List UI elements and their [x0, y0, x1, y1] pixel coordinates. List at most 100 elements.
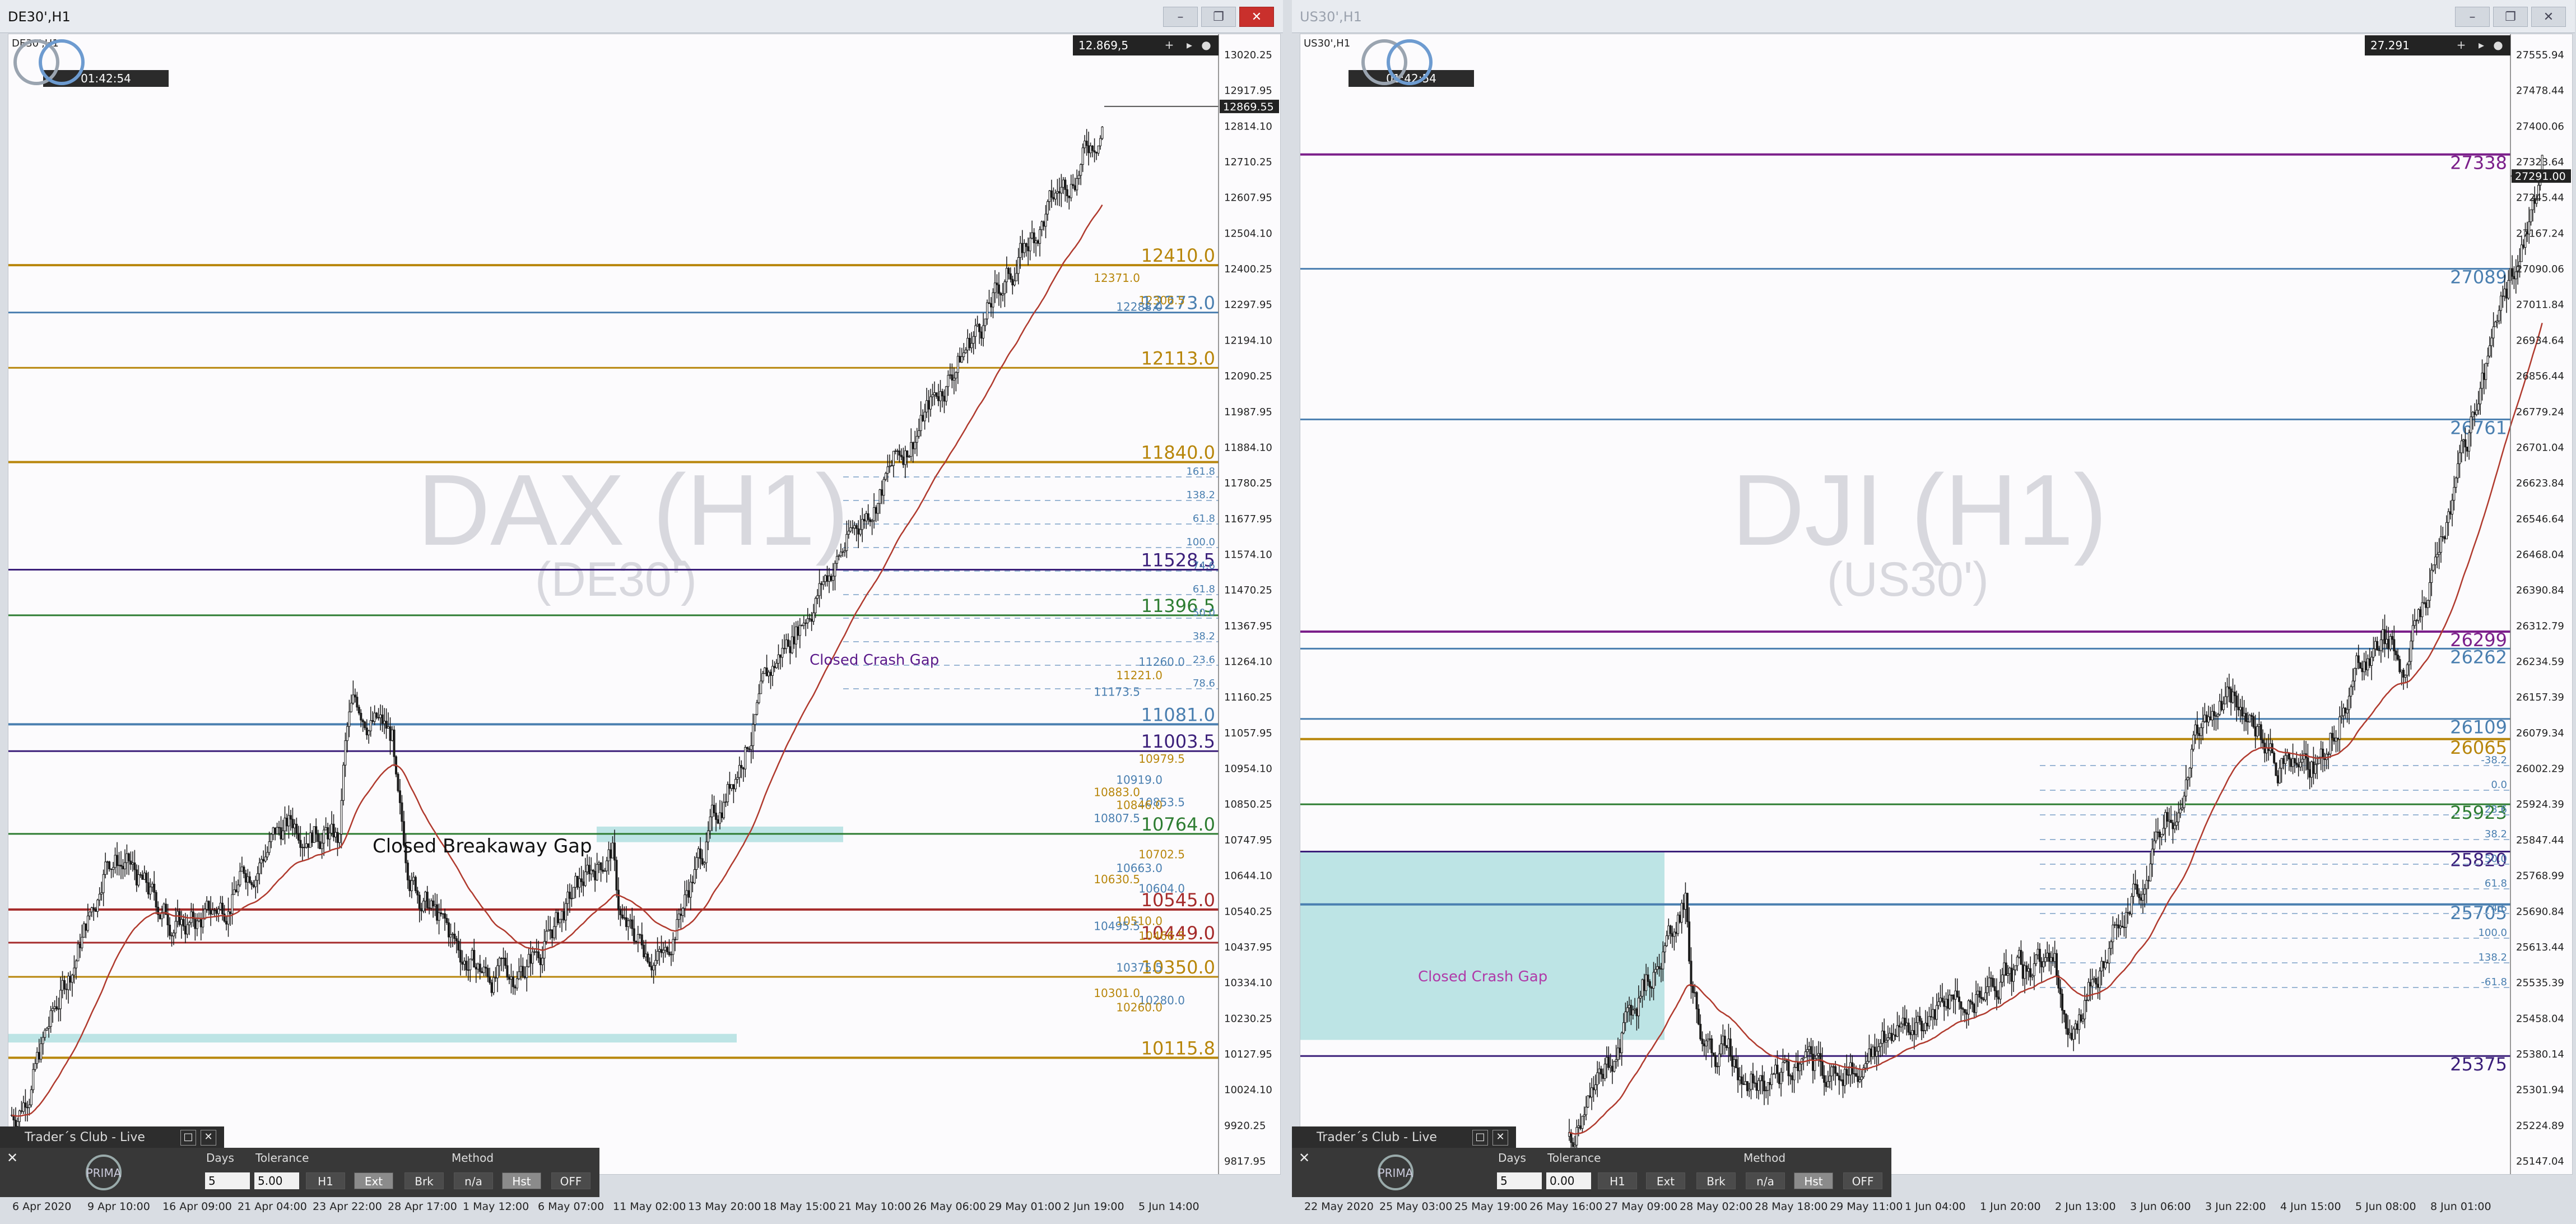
candle-body	[885, 473, 887, 480]
ext-button[interactable]: Ext	[354, 1172, 393, 1189]
candle-body	[2426, 600, 2429, 608]
candle-body	[915, 435, 918, 443]
candle-body	[574, 875, 577, 888]
window-titlebar[interactable]: US30',H1 – ❐ ✕	[1292, 0, 2575, 33]
candle-body	[1091, 145, 1094, 151]
candle-body	[582, 881, 585, 886]
hst-button[interactable]: Hst	[1794, 1172, 1833, 1189]
candle-body	[1021, 243, 1024, 253]
candle-body	[243, 866, 245, 874]
level-label: 25375	[2450, 1054, 2507, 1075]
na-button[interactable]: n/a	[1746, 1172, 1785, 1189]
panel-close-icon[interactable]: ✕	[7, 1150, 18, 1166]
candle-body	[1806, 1049, 1808, 1053]
candle-body	[348, 711, 351, 727]
close-icon[interactable]: ✕	[201, 1130, 216, 1146]
price-tick-label: 13020.25	[1224, 49, 1272, 61]
candle-body	[357, 707, 360, 714]
minimize-button[interactable]: –	[1163, 7, 1198, 27]
plus-icon[interactable]: +	[2454, 38, 2468, 52]
maximize-icon[interactable]: □	[1472, 1130, 1488, 1146]
candle-body	[2291, 758, 2294, 767]
candle-body	[1577, 1125, 1580, 1128]
candle-body	[2196, 724, 2198, 734]
candle-body	[771, 666, 774, 676]
candle-body	[221, 902, 224, 915]
candle-body	[247, 876, 249, 883]
h1-button[interactable]: H1	[1598, 1172, 1637, 1189]
fib-label: 50.0	[2485, 853, 2507, 865]
candle-body	[1782, 1062, 1784, 1073]
candle-body	[1017, 257, 1020, 274]
small-level-label: 10630.5	[1094, 873, 1140, 886]
circle-icon[interactable]: ●	[1199, 38, 1213, 52]
off-button[interactable]: OFF	[551, 1172, 590, 1189]
method-caption: Method	[452, 1151, 494, 1165]
candle-body	[1857, 1075, 1859, 1082]
candle-body	[625, 917, 627, 928]
candle-body	[344, 740, 347, 766]
circle-icon[interactable]: ●	[2491, 38, 2505, 52]
candle-body	[338, 833, 341, 843]
price-tick-label: 27555.94	[2516, 49, 2564, 61]
candle-body	[225, 921, 228, 925]
candle-body	[660, 949, 663, 953]
candle-body	[486, 968, 489, 977]
candle-body	[1921, 1021, 1923, 1031]
tab-label: Trader´s Club - Live	[25, 1130, 145, 1144]
fib-label: 78.6	[1193, 678, 1215, 689]
candle-body	[2070, 1032, 2073, 1040]
traders-club-tab[interactable]: Trader´s Club - Live □ ✕	[0, 1126, 224, 1148]
candle-body	[629, 919, 631, 921]
candle-body	[787, 639, 789, 647]
candle-body	[1740, 1076, 1743, 1084]
brk-button[interactable]: Brk	[404, 1172, 444, 1189]
h1-button[interactable]: H1	[306, 1172, 345, 1189]
candle-body	[381, 714, 384, 724]
fib-label: 38.2	[2485, 828, 2507, 840]
candle-body	[125, 853, 128, 863]
candle-body	[129, 860, 132, 865]
close-button[interactable]: ✕	[1239, 7, 1274, 27]
restore-button[interactable]: ❐	[2493, 7, 2528, 27]
off-button[interactable]: OFF	[1843, 1172, 1882, 1189]
small-level-label: 11221.0	[1116, 669, 1163, 682]
candle-body	[1870, 1048, 1872, 1057]
tolerance-input[interactable]: 5.00	[254, 1172, 299, 1189]
window-titlebar[interactable]: DE30',H1 – ❐ ✕	[0, 0, 1283, 33]
time-tick-label: 28 Apr 17:00	[388, 1200, 457, 1213]
dax-chart-area[interactable]: DAX (H1) (DE30') 12410.0 12273.0 12113.0 11…	[8, 34, 1281, 1175]
candle-body	[1044, 214, 1047, 227]
candle-body	[2248, 715, 2251, 722]
candle-body	[1686, 893, 1689, 922]
na-button[interactable]: n/a	[454, 1172, 493, 1189]
scroll-icon[interactable]: ▸	[1183, 38, 1196, 52]
minimize-button[interactable]: –	[2455, 7, 2490, 27]
ext-button[interactable]: Ext	[1646, 1172, 1685, 1189]
close-icon[interactable]: ✕	[1492, 1130, 1508, 1146]
candle-body	[863, 519, 866, 522]
candle-body	[1875, 1051, 1878, 1057]
restore-button[interactable]: ❐	[1201, 7, 1236, 27]
candle-body	[227, 911, 230, 925]
level-label: 27338	[2450, 152, 2507, 174]
days-input[interactable]: 5	[1497, 1172, 1542, 1189]
maximize-icon[interactable]: □	[180, 1130, 196, 1146]
scroll-icon[interactable]: ▸	[2475, 38, 2488, 52]
time-tick-label: 26 May 06:00	[913, 1200, 987, 1213]
panel-close-icon[interactable]: ✕	[1299, 1150, 1310, 1166]
hst-button[interactable]: Hst	[502, 1172, 541, 1189]
traders-club-tab[interactable]: Trader´s Club - Live □ ✕	[1292, 1126, 1516, 1148]
candle-body	[847, 531, 850, 535]
candle-body	[1993, 986, 1996, 991]
tolerance-input[interactable]: 0.00	[1546, 1172, 1591, 1189]
days-input[interactable]: 5	[205, 1172, 250, 1189]
brk-button[interactable]: Brk	[1696, 1172, 1736, 1189]
plus-icon[interactable]: +	[1163, 38, 1176, 52]
candle-body	[1988, 977, 1991, 987]
candle-body	[1611, 1065, 1614, 1072]
dji-chart-area[interactable]: DJI (H1) (US30') 27338 27089 26761 26299 262…	[1300, 34, 2573, 1175]
close-button[interactable]: ✕	[2531, 7, 2566, 27]
candle-body	[2275, 762, 2277, 776]
candle-body	[1076, 178, 1078, 191]
